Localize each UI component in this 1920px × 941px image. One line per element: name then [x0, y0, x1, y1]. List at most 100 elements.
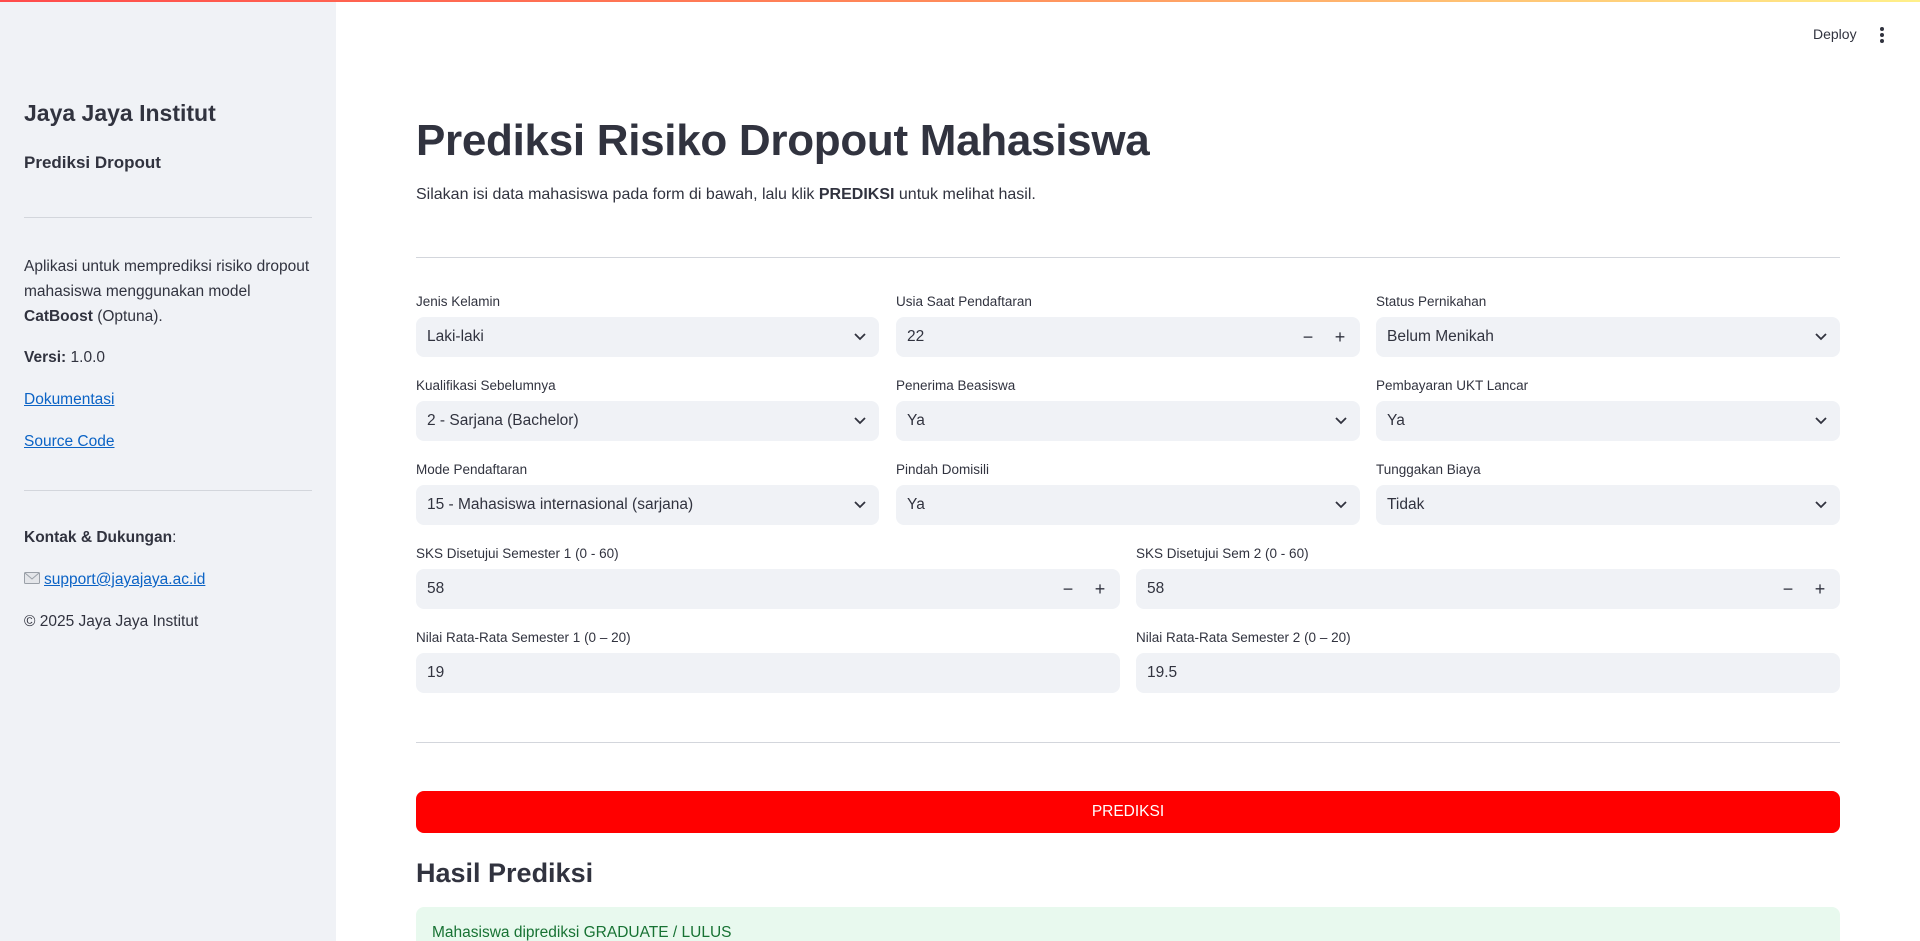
predict-button[interactable]: PREDIKSI — [416, 791, 1840, 833]
select-value: Ya — [1387, 412, 1405, 429]
relocation-select[interactable]: Ya — [896, 485, 1360, 525]
gender-select[interactable]: Laki-laki — [416, 317, 879, 357]
field-domisili: Pindah Domisili Ya — [896, 462, 1360, 525]
chevron-down-icon — [852, 413, 868, 429]
grade-sem1-input[interactable]: 19 — [416, 653, 1120, 693]
field-status-pernikahan: Status Pernikahan Belum Menikah — [1376, 294, 1840, 357]
version-label: Versi: — [24, 349, 67, 366]
sidebar-subtitle: Prediksi Dropout — [24, 153, 161, 172]
description-text: Aplikasi untuk memprediksi risiko dropou… — [24, 258, 310, 300]
source-code-link[interactable]: Source Code — [24, 433, 114, 450]
intro-keyword: PREDIKSI — [818, 186, 895, 203]
contact-colon: : — [172, 529, 177, 546]
increment-button[interactable]: + — [1091, 580, 1109, 598]
field-sks2: SKS Disetujui Sem 2 (0 - 60) 58 − + — [1136, 546, 1840, 609]
intro-suffix: untuk melihat hasil. — [894, 186, 1036, 203]
debt-select[interactable]: Tidak — [1376, 485, 1840, 525]
grade-sem2-input[interactable]: 19.5 — [1136, 653, 1840, 693]
chevron-down-icon — [1333, 413, 1349, 429]
sidebar: Jaya Jaya Institut Prediksi Dropout Apli… — [0, 0, 336, 941]
select-value: Ya — [907, 412, 925, 429]
field-label: SKS Disetujui Semester 1 (0 - 60) — [416, 546, 619, 561]
field-label: Status Pernikahan — [1376, 294, 1487, 309]
field-label: Pembayaran UKT Lancar — [1376, 378, 1529, 393]
increment-button[interactable]: + — [1331, 328, 1349, 346]
contact-heading: Kontak & Dukungan: — [24, 525, 312, 550]
increment-button[interactable]: + — [1811, 580, 1829, 598]
field-nilai2: Nilai Rata-Rata Semester 2 (0 – 20) 19.5 — [1136, 630, 1840, 693]
stepper: − + — [1299, 328, 1349, 346]
stepper: − + — [1059, 580, 1109, 598]
field-tunggakan: Tunggakan Biaya Tidak — [1376, 462, 1840, 525]
copyright: © 2025 Jaya Jaya Institut — [24, 613, 199, 630]
input-value: 19.5 — [1147, 664, 1178, 681]
field-sks1: SKS Disetujui Semester 1 (0 - 60) 58 − + — [416, 546, 1120, 609]
select-value: Tidak — [1387, 496, 1425, 513]
chevron-down-icon — [852, 497, 868, 513]
marital-status-select[interactable]: Belum Menikah — [1376, 317, 1840, 357]
docs-link[interactable]: Dokumentasi — [24, 391, 114, 408]
field-usia: Usia Saat Pendaftaran 22 − + — [896, 294, 1360, 357]
sidebar-title: Jaya Jaya Institut — [24, 100, 216, 126]
version-value: 1.0.0 — [70, 349, 106, 366]
chevron-down-icon — [852, 329, 868, 345]
model-name: CatBoost — [24, 308, 93, 325]
field-label: Jenis Kelamin — [416, 294, 501, 309]
form-divider-bottom — [416, 742, 1840, 743]
decrement-button[interactable]: − — [1299, 328, 1317, 346]
qualification-select[interactable]: 2 - Sarjana (Bachelor) — [416, 401, 879, 441]
top-accent-bar — [0, 0, 1920, 2]
vertical-dots-icon[interactable] — [1876, 24, 1888, 46]
field-label: Nilai Rata-Rata Semester 1 (0 – 20) — [416, 630, 631, 645]
input-value: 58 — [427, 580, 445, 597]
decrement-button[interactable]: − — [1779, 580, 1797, 598]
intro-prefix: Silakan isi data mahasiswa pada form di … — [416, 186, 819, 203]
email-row: support@jayajaya.ac.id — [24, 567, 312, 592]
credits-sem1-number-input[interactable]: 58 − + — [416, 569, 1120, 609]
field-label: SKS Disetujui Sem 2 (0 - 60) — [1136, 546, 1309, 561]
credits-sem2-number-input[interactable]: 58 − + — [1136, 569, 1840, 609]
stepper: − + — [1779, 580, 1829, 598]
field-label: Penerima Beasiswa — [896, 378, 1016, 393]
deploy-button[interactable]: Deploy — [1813, 26, 1857, 42]
result-message: Mahasiswa diprediksi GRADUATE / LULUS — [432, 924, 732, 941]
chevron-down-icon — [1333, 497, 1349, 513]
chevron-down-icon — [1813, 329, 1829, 345]
input-value: 19 — [427, 664, 445, 681]
sidebar-divider-2 — [24, 490, 312, 491]
field-jenis-kelamin: Jenis Kelamin Laki-laki — [416, 294, 879, 357]
field-label: Mode Pendaftaran — [416, 462, 528, 477]
intro-text: Silakan isi data mahasiswa pada form di … — [416, 186, 1036, 204]
chevron-down-icon — [1813, 413, 1829, 429]
age-number-input[interactable]: 22 − + — [896, 317, 1360, 357]
description-suffix: (Optuna). — [92, 308, 163, 325]
support-email-link[interactable]: support@jayajaya.ac.id — [44, 571, 205, 588]
enrollment-mode-select[interactable]: 15 - Mahasiswa internasional (sarjana) — [416, 485, 879, 525]
field-label: Pindah Domisili — [896, 462, 990, 477]
field-nilai1: Nilai Rata-Rata Semester 1 (0 – 20) 19 — [416, 630, 1120, 693]
select-value: Laki-laki — [427, 328, 484, 345]
sidebar-description: Aplikasi untuk memprediksi risiko dropou… — [24, 254, 312, 329]
tuition-payment-select[interactable]: Ya — [1376, 401, 1840, 441]
result-heading: Hasil Prediksi — [416, 858, 594, 888]
scholarship-select[interactable]: Ya — [896, 401, 1360, 441]
input-value: 58 — [1147, 580, 1165, 597]
field-label: Kualifikasi Sebelumnya — [416, 378, 556, 393]
contact-label: Kontak & Dukungan — [24, 529, 173, 546]
result-success-alert: Mahasiswa diprediksi GRADUATE / LULUS — [416, 907, 1840, 941]
decrement-button[interactable]: − — [1059, 580, 1077, 598]
field-label: Nilai Rata-Rata Semester 2 (0 – 20) — [1136, 630, 1351, 645]
select-value: Ya — [907, 496, 925, 513]
sidebar-divider — [24, 217, 312, 218]
form-divider-top — [416, 257, 1840, 258]
select-value: 2 - Sarjana (Bachelor) — [427, 412, 579, 429]
input-value: 22 — [907, 328, 925, 345]
field-mode: Mode Pendaftaran 15 - Mahasiswa internas… — [416, 462, 879, 525]
chevron-down-icon — [1813, 497, 1829, 513]
select-value: Belum Menikah — [1387, 328, 1494, 345]
field-kualifikasi: Kualifikasi Sebelumnya 2 - Sarjana (Bach… — [416, 378, 879, 441]
field-label: Usia Saat Pendaftaran — [896, 294, 1032, 309]
version-row: Versi: 1.0.0 — [24, 345, 312, 370]
field-ukt: Pembayaran UKT Lancar Ya — [1376, 378, 1840, 441]
field-beasiswa: Penerima Beasiswa Ya — [896, 378, 1360, 441]
